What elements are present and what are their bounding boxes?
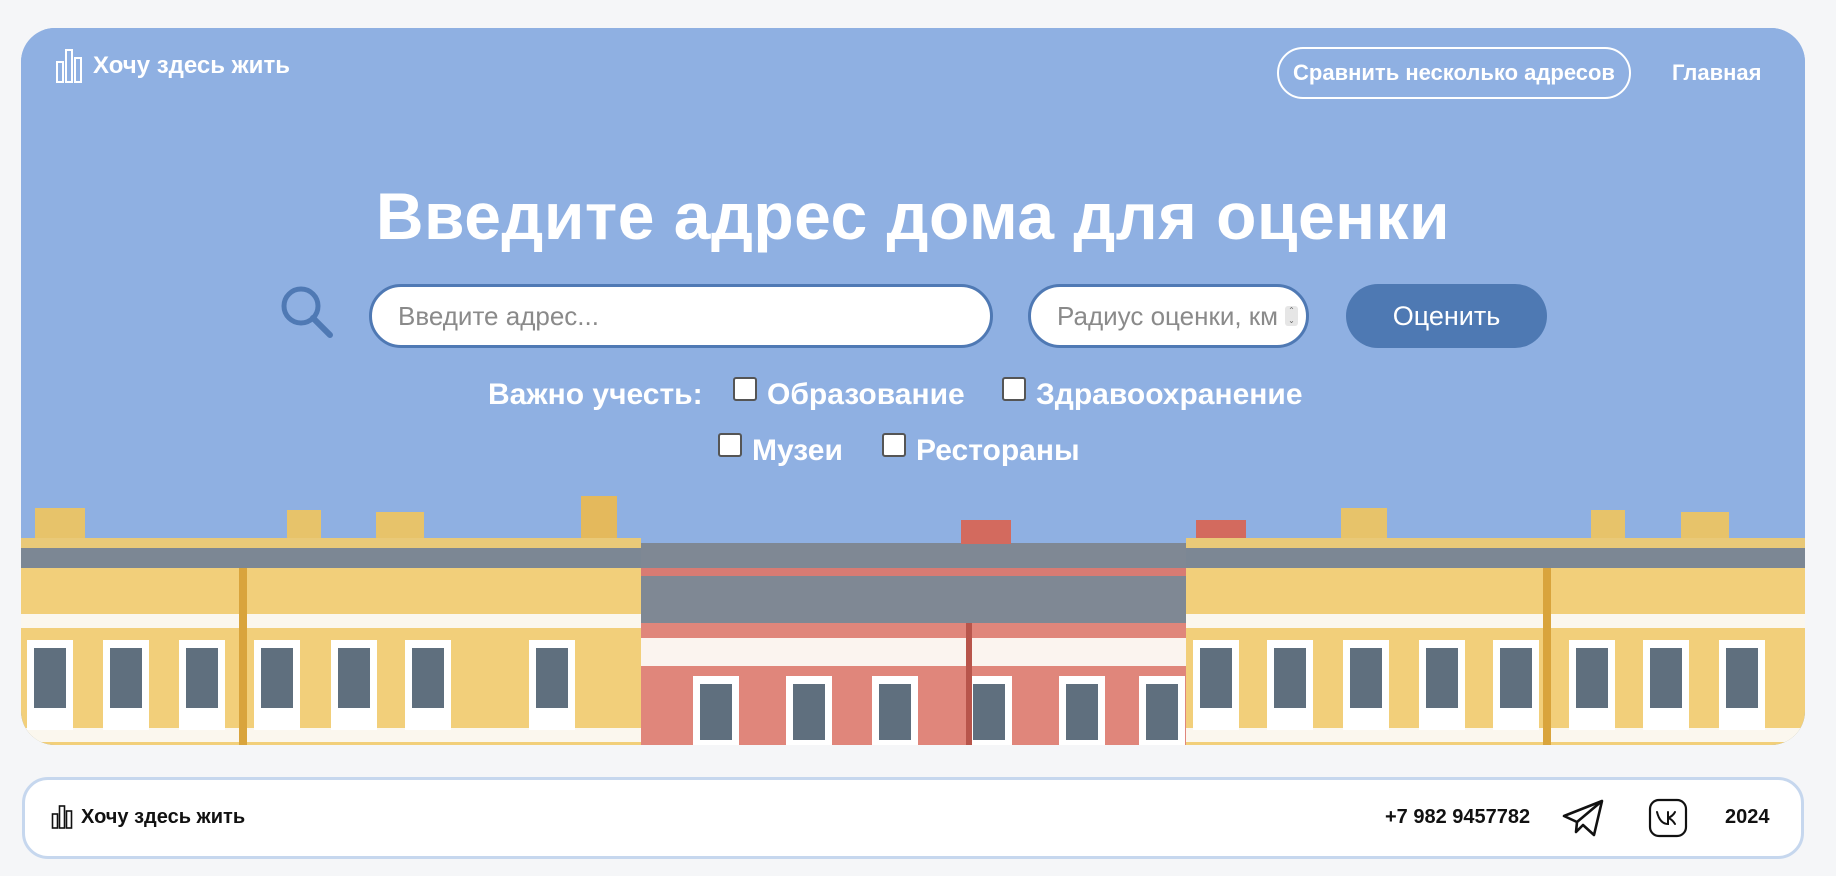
bar-chart-logo-icon bbox=[56, 49, 82, 83]
footer-phone[interactable]: +7 982 9457782 bbox=[1385, 806, 1530, 829]
healthcare-checkbox[interactable] bbox=[1002, 377, 1026, 401]
hero-banner: Хочу здесь жить Сравнить несколько адрес… bbox=[21, 28, 1805, 745]
footer-brand[interactable]: Хочу здесь жить bbox=[51, 804, 245, 830]
bar-chart-logo-icon bbox=[51, 805, 73, 829]
nav-home-link[interactable]: Главная bbox=[1672, 60, 1761, 86]
evaluate-button[interactable]: Оценить bbox=[1346, 284, 1547, 348]
telegram-icon[interactable] bbox=[1561, 798, 1605, 838]
option-label: Образование bbox=[767, 378, 965, 411]
footer: Хочу здесь жить +7 982 9457782 2024 bbox=[22, 777, 1804, 859]
radius-input[interactable] bbox=[1028, 284, 1309, 348]
museums-checkbox[interactable] bbox=[718, 433, 742, 457]
option-education[interactable]: Образование bbox=[733, 377, 965, 412]
option-restaurants[interactable]: Рестораны bbox=[882, 433, 1080, 468]
footer-brand-name: Хочу здесь жить bbox=[81, 805, 246, 828]
option-label: Здравоохранение bbox=[1036, 378, 1303, 411]
option-museums[interactable]: Музеи bbox=[718, 433, 843, 468]
option-label: Музеи bbox=[752, 434, 843, 467]
options-label: Важно учесть: bbox=[488, 378, 703, 411]
radius-stepper[interactable]: ⌃ ⌄ bbox=[1285, 306, 1298, 326]
restaurants-checkbox[interactable] bbox=[882, 433, 906, 457]
address-input[interactable] bbox=[369, 284, 993, 348]
education-checkbox[interactable] bbox=[733, 377, 757, 401]
brand-name: Хочу здесь жить bbox=[93, 52, 290, 79]
page-title: Введите адрес дома для оценки bbox=[375, 179, 1451, 253]
search-icon bbox=[281, 286, 333, 338]
footer-year: 2024 bbox=[1725, 806, 1770, 828]
option-label: Рестораны bbox=[916, 434, 1080, 467]
compare-addresses-button[interactable]: Сравнить несколько адресов bbox=[1277, 47, 1631, 99]
brand-logo[interactable]: Хочу здесь жить bbox=[55, 48, 290, 84]
option-healthcare[interactable]: Здравоохранение bbox=[1002, 377, 1303, 412]
vk-icon[interactable] bbox=[1648, 798, 1688, 838]
